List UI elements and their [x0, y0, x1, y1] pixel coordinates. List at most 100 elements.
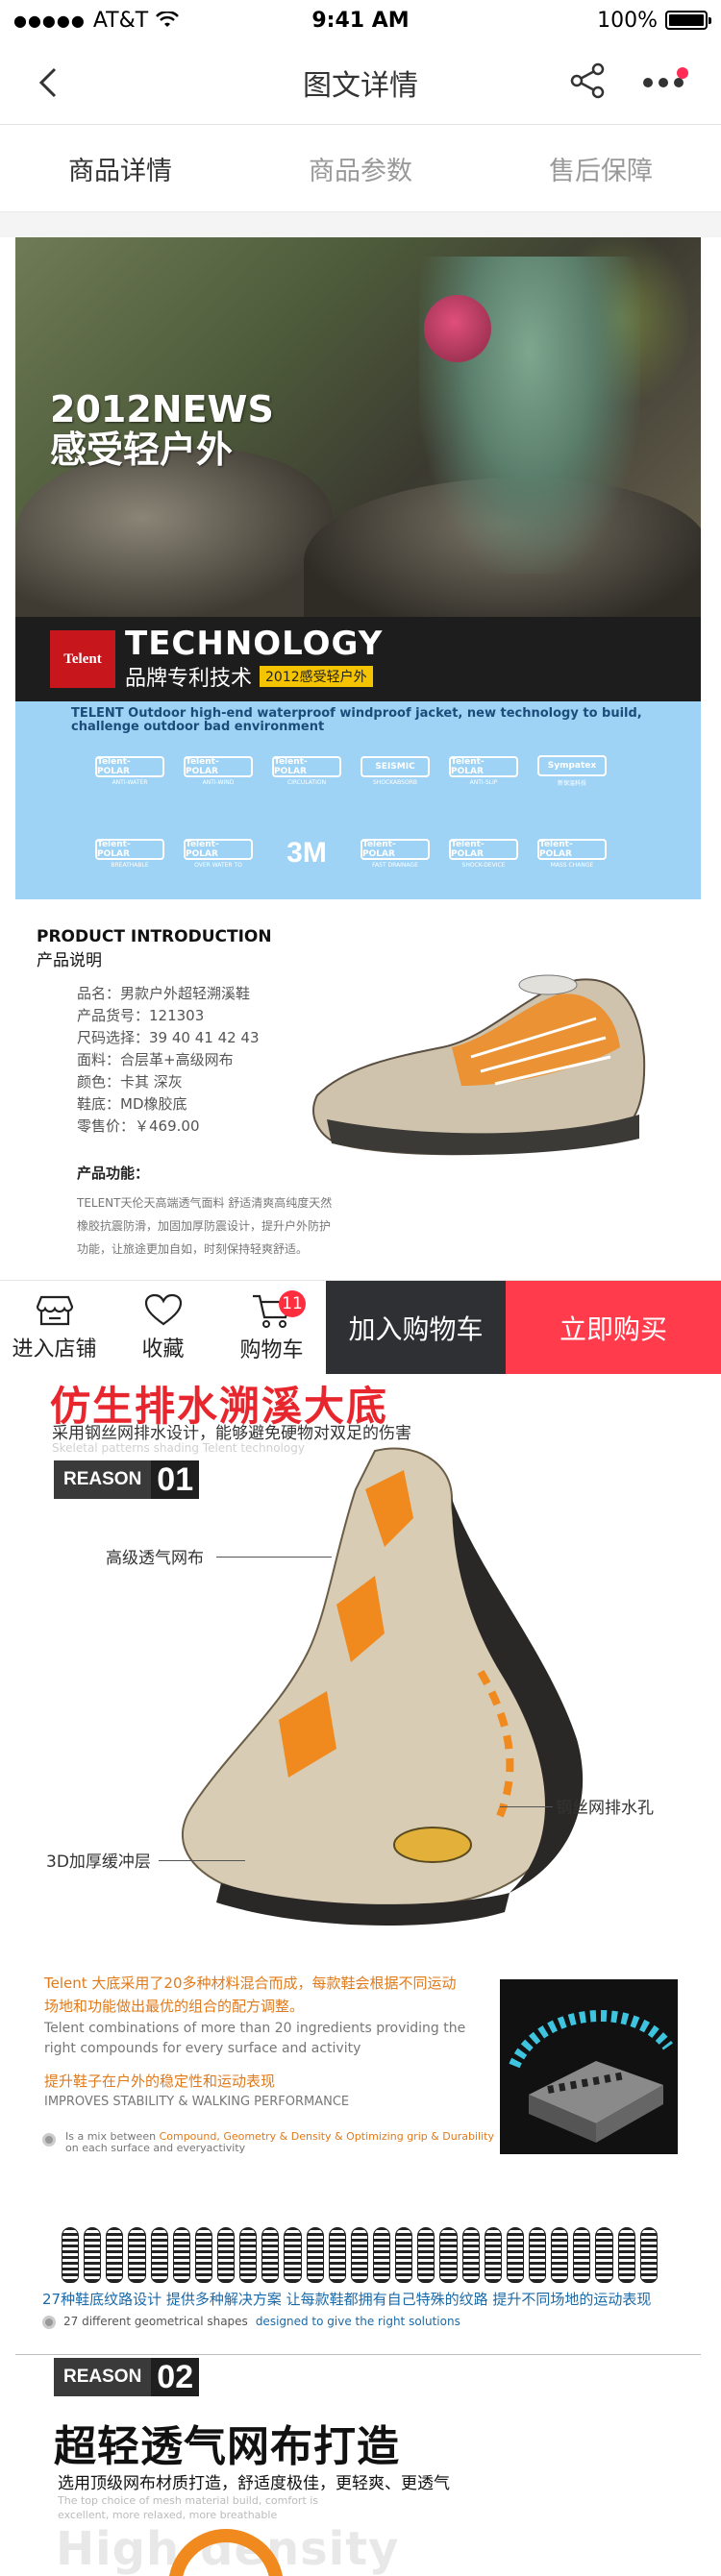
page-title: 图文详情 — [303, 68, 418, 103]
feature-badge: Telent-POLAR CIRCULATION — [269, 751, 344, 790]
hiker-headscarf — [424, 295, 491, 362]
add-to-cart-button[interactable]: 加入购物车 — [326, 1281, 506, 1374]
spec-item: 尺码选择：39 40 41 42 43 — [77, 1029, 260, 1046]
feature-badge: Sympatex 新保温科技 — [535, 751, 609, 790]
intro-subtitle: 产品说明 — [37, 951, 102, 970]
sole-pattern — [62, 2227, 80, 2283]
section1-paragraph-en: Telent combinations of more than 20 ingr… — [44, 2021, 466, 2056]
sole-pattern — [484, 2227, 502, 2283]
sole-shoe-image — [182, 1447, 584, 1926]
spec-item: 品名：男款户外超轻溯溪鞋 — [77, 985, 251, 1002]
callout-line — [216, 1557, 332, 1558]
favorite-label: 收藏 — [141, 1337, 185, 1362]
grip-description: Is a mix between Compound, Geometry & De… — [42, 2131, 504, 2154]
cart-count-badge: 11 — [279, 1290, 306, 1317]
callout-mesh: 高级透气网布 — [106, 1549, 204, 1568]
function-title: 产品功能： — [77, 1165, 150, 1182]
carrier-label: AT&T — [92, 8, 149, 33]
feature-3m: 3M — [286, 837, 327, 869]
tab-after-sales[interactable]: 售后保障 — [481, 126, 721, 211]
hero-headline-line2: 感受轻户外 — [50, 429, 234, 471]
spec-item: 鞋底：MD橡胶底 — [77, 1095, 187, 1113]
sole-pattern — [573, 2227, 591, 2283]
spec-item: 颜色：卡其 深灰 — [77, 1073, 183, 1091]
feature-badge: Telent-POLAR MASS CHANGE — [535, 834, 609, 872]
feature-badge: Telent-POLAR FAST DRAINAGE — [358, 834, 433, 872]
bullet-icon — [42, 2133, 56, 2147]
more-icon — [643, 78, 684, 87]
section1-paragraph-cn: Telent 大底采用了20多种材料混合而成，每款鞋会根据不同运动场地和功能做出… — [44, 1975, 457, 2015]
feature-badge: Telent-POLAR BREATHABLE — [92, 834, 167, 872]
sole-pattern — [350, 2227, 368, 2283]
notification-dot — [677, 67, 688, 79]
feature-badge: Telent-POLAR SHOCK-DEVICE — [446, 834, 521, 872]
rock-shape — [15, 449, 333, 617]
sole-pattern — [639, 2227, 658, 2283]
tab-product-details[interactable]: 商品详情 — [0, 126, 240, 211]
sole-patterns-caption-en: 27 different geometrical shapes designed… — [42, 2314, 460, 2329]
technology-subtitle: 品牌专利技术 — [125, 667, 253, 691]
sole-pattern — [461, 2227, 480, 2283]
store-icon — [36, 1295, 73, 1325]
spec-list: 品名：男款户外超轻溯溪鞋 产品货号：121303 尺码选择：39 40 41 4… — [77, 983, 260, 1138]
feature-badge: Telent-POLAR ANTI-SLIP — [446, 751, 521, 790]
cart-button[interactable]: 购物车 11 — [217, 1281, 326, 1374]
section-divider-line — [15, 2354, 701, 2355]
sole-pattern — [395, 2227, 413, 2283]
status-right: 100% — [467, 8, 711, 33]
back-button[interactable] — [29, 61, 67, 104]
technology-band: Telent TECHNOLOGY 品牌专利技术 2012感受轻户外 — [15, 617, 701, 701]
telent-logo: Telent — [50, 630, 115, 688]
hero-headline-line1: 2012NEWS — [50, 388, 274, 430]
bullet-icon — [42, 2316, 56, 2329]
store-label: 进入店铺 — [12, 1337, 97, 1362]
cart-label: 购物车 — [239, 1337, 304, 1362]
sole-pattern — [372, 2227, 391, 2283]
sole-pattern — [528, 2227, 547, 2283]
status-bar: ●●●●● AT&T 9:41 AM 100% — [0, 0, 721, 40]
sole-pattern — [284, 2227, 302, 2283]
sole-pattern — [216, 2227, 236, 2283]
function-text: TELENT天伦天高端透气面料 舒适清爽高纯度天然橡胶抗震防滑，加固加厚防震设计… — [77, 1196, 333, 1256]
section1-paragraph-cn2: 提升鞋子在户外的稳定性和运动表现 — [44, 2073, 276, 2090]
status-left: ●●●●● AT&T — [13, 9, 254, 33]
grip-technology-image — [500, 1979, 678, 2154]
sole-patterns-row — [62, 2227, 658, 2283]
battery-label: 100% — [597, 8, 658, 33]
spec-item: 零售价：￥469.00 — [77, 1117, 200, 1135]
sole-pattern — [194, 2227, 212, 2283]
battery-icon — [665, 11, 711, 30]
chevron-left-icon — [38, 67, 57, 98]
feature-badge: Telent-POLAR ANTI-WIND — [181, 751, 256, 790]
section2-subtitle: 选用顶级网布材质打造，舒适度极佳，更轻爽、更透气 — [58, 2474, 450, 2493]
favorite-button[interactable]: 收藏 — [109, 1281, 217, 1374]
sole-pattern — [328, 2227, 346, 2283]
wifi-icon — [156, 12, 180, 27]
feature-badge: Telent-POLAR ANTI-WATER — [92, 751, 167, 790]
section1-paragraph-en2: IMPROVES STABILITY & WALKING PERFORMANCE — [44, 2095, 350, 2109]
more-button[interactable] — [634, 61, 692, 104]
tab-product-params[interactable]: 商品参数 — [240, 126, 481, 211]
sole-pattern — [239, 2227, 258, 2283]
hero-image: 2012NEWS 感受轻户外 — [15, 237, 701, 617]
share-button[interactable] — [567, 61, 613, 104]
spec-item: 面料：合层革+高级网布 — [77, 1051, 234, 1068]
status-time: 9:41 AM — [311, 8, 410, 33]
share-icon — [570, 62, 605, 99]
signal-icon: ●●●●● — [13, 11, 86, 30]
intro-title: PRODUCT INTRODUCTION — [37, 927, 272, 946]
features-panel: TELENT Outdoor high-end waterproof windp… — [15, 701, 701, 899]
section-divider — [0, 212, 721, 237]
sole-pattern — [551, 2227, 569, 2283]
buy-now-button[interactable]: 立即购买 — [506, 1281, 721, 1374]
technology-text: TECHNOLOGY 品牌专利技术 2012感受轻户外 — [125, 626, 383, 692]
sole-pattern — [439, 2227, 458, 2283]
sole-pattern — [595, 2227, 613, 2283]
technology-title: TECHNOLOGY — [125, 625, 384, 663]
technology-tag: 2012感受轻户外 — [260, 666, 373, 687]
sole-pattern — [506, 2227, 524, 2283]
callout-line — [159, 1860, 245, 1861]
sole-pattern — [306, 2227, 324, 2283]
store-button[interactable]: 进入店铺 — [0, 1281, 109, 1374]
sole-pattern — [128, 2227, 146, 2283]
